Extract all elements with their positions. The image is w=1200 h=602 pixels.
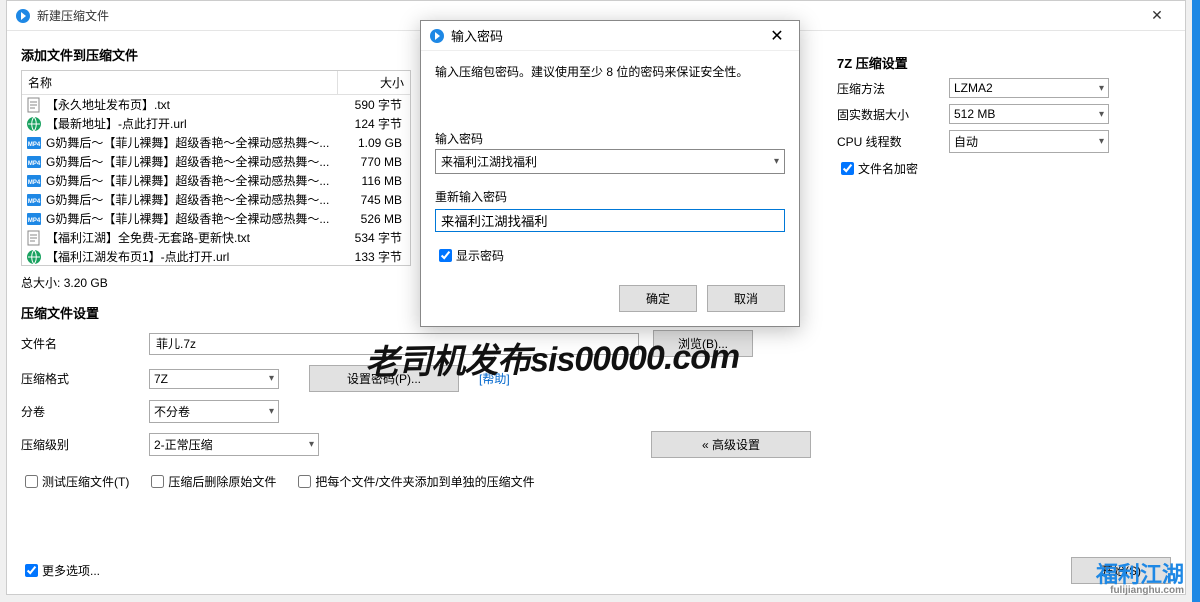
ok-button[interactable]: 确定 [619,285,697,312]
method-select[interactable]: LZMA2▾ [949,78,1109,98]
cpu-select[interactable]: 自动▾ [949,130,1109,153]
chevron-down-icon: ▾ [1099,109,1104,120]
format-label: 压缩格式 [21,370,149,387]
format-select[interactable]: 7Z▾ [149,369,279,389]
method-label: 压缩方法 [837,80,949,97]
file-size: 133 字节 [334,248,406,265]
file-size: 770 MB [334,155,406,169]
file-size: 590 字节 [334,96,406,113]
dialog-title: 输入密码 [451,26,763,45]
sevenz-panel: 7Z 压缩设置 压缩方法 LZMA2▾ 固实数据大小 512 MB▾ CPU 线… [837,49,1177,184]
password-label: 输入密码 [435,130,785,147]
set-password-button[interactable]: 设置密码(P)... [309,365,459,392]
more-options-checkbox[interactable]: 更多选项... [21,561,1053,580]
advanced-button[interactable]: « 高级设置 [651,431,811,458]
svg-text:MP4: MP4 [28,199,41,205]
file-name: 【永久地址发布页】.txt [46,96,334,113]
file-name: 【最新地址】-点此打开.url [46,115,334,132]
dialog-body: 输入压缩包密码。建议使用至少 8 位的密码来保证安全性。 输入密码 来福利江湖找… [421,51,799,277]
level-label: 压缩级别 [21,436,149,453]
solid-select[interactable]: 512 MB▾ [949,104,1109,124]
dialog-close-icon[interactable]: ✕ [763,26,791,46]
file-size: 534 字节 [334,229,406,246]
split-label: 分卷 [21,403,149,420]
file-size: 745 MB [334,193,406,207]
help-link[interactable]: [帮助] [479,370,510,387]
svg-text:MP4: MP4 [28,180,41,186]
svg-text:MP4: MP4 [28,142,41,148]
browse-button[interactable]: 浏览(B)... [653,330,753,357]
col-size-header[interactable]: 大小 [338,71,410,94]
cancel-button[interactable]: 取消 [707,285,785,312]
chevron-down-icon: ▾ [269,373,274,384]
encrypt-names-checkbox[interactable]: 文件名加密 [837,159,918,178]
file-row[interactable]: MP4 G奶舞后～【菲儿裸舞】超级香艳～全裸动感热舞～...526 MB [22,209,410,228]
app-icon [15,8,31,24]
chevron-down-icon: ▾ [1099,83,1104,94]
svg-text:MP4: MP4 [28,218,41,224]
file-name: G奶舞后～【菲儿裸舞】超级香艳～全裸动感热舞～... [46,134,334,151]
chevron-down-icon: ▾ [1099,136,1104,147]
dialog-hint: 输入压缩包密码。建议使用至少 8 位的密码来保证安全性。 [435,63,785,80]
test-archive-checkbox[interactable]: 测试压缩文件(T) [21,472,129,491]
file-size: 116 MB [334,174,406,188]
col-name-header[interactable]: 名称 [22,71,338,94]
file-list: 名称 大小 【永久地址发布页】.txt590 字节【最新地址】-点此打开.url… [21,70,411,266]
chevron-down-icon: ▾ [309,439,314,450]
filename-input[interactable] [149,333,639,355]
file-row[interactable]: MP4 G奶舞后～【菲儿裸舞】超级香艳～全裸动感热舞～...745 MB [22,190,410,209]
sevenz-label: 7Z 压缩设置 [837,53,1177,72]
file-name: G奶舞后～【菲儿裸舞】超级香艳～全裸动感热舞～... [46,172,334,189]
solid-label: 固实数据大小 [837,106,949,123]
file-size: 526 MB [334,212,406,226]
footer: 更多选项... 开始(S) [21,557,1171,584]
right-stripe [1192,0,1200,602]
file-row[interactable]: MP4 G奶舞后～【菲儿裸舞】超级香艳～全裸动感热舞～...116 MB [22,171,410,190]
separate-archives-checkbox[interactable]: 把每个文件/文件夹添加到单独的压缩文件 [294,472,534,491]
chevron-down-icon: ▾ [774,156,779,167]
chevron-down-icon: ▾ [269,406,274,417]
cpu-label: CPU 线程数 [837,133,949,150]
app-icon [429,28,445,44]
password-dialog: 输入密码 ✕ 输入压缩包密码。建议使用至少 8 位的密码来保证安全性。 输入密码… [420,20,800,327]
file-row[interactable]: 【福利江湖发布页1】-点此打开.url133 字节 [22,247,410,265]
svg-text:MP4: MP4 [28,161,41,167]
level-select[interactable]: 2-正常压缩▾ [149,433,319,456]
file-list-header: 名称 大小 [22,71,410,95]
close-icon[interactable]: ✕ [1137,7,1177,24]
file-row[interactable]: 【最新地址】-点此打开.url124 字节 [22,114,410,133]
show-password-checkbox[interactable]: 显示密码 [435,246,504,265]
total-label: 总大小: [21,276,60,290]
dialog-titlebar: 输入密码 ✕ [421,21,799,51]
file-name: G奶舞后～【菲儿裸舞】超级香艳～全裸动感热舞～... [46,210,334,227]
file-size: 124 字节 [334,115,406,132]
password-confirm-input[interactable] [435,209,785,232]
file-name: 【福利江湖】全免费-无套路-更新快.txt [46,229,334,246]
file-name: 【福利江湖发布页1】-点此打开.url [46,248,334,265]
file-name: G奶舞后～【菲儿裸舞】超级香艳～全裸动感热舞～... [46,153,334,170]
start-button[interactable]: 开始(S) [1071,557,1171,584]
file-list-body: 【永久地址发布页】.txt590 字节【最新地址】-点此打开.url124 字节… [22,95,410,265]
file-row[interactable]: MP4 G奶舞后～【菲儿裸舞】超级香艳～全裸动感热舞～...770 MB [22,152,410,171]
file-size: 1.09 GB [334,136,406,150]
password-input[interactable]: 来福利江湖找福利▾ [435,149,785,174]
dialog-buttons: 确定 取消 [421,277,799,326]
file-row[interactable]: 【永久地址发布页】.txt590 字节 [22,95,410,114]
delete-after-checkbox[interactable]: 压缩后删除原始文件 [147,472,276,491]
total-value: 3.20 GB [64,276,108,290]
password-confirm-label: 重新输入密码 [435,188,785,205]
split-select[interactable]: 不分卷▾ [149,400,279,423]
filename-label: 文件名 [21,335,149,352]
file-name: G奶舞后～【菲儿裸舞】超级香艳～全裸动感热舞～... [46,191,334,208]
file-row[interactable]: 【福利江湖】全免费-无套路-更新快.txt534 字节 [22,228,410,247]
file-row[interactable]: MP4 G奶舞后～【菲儿裸舞】超级香艳～全裸动感热舞～...1.09 GB [22,133,410,152]
